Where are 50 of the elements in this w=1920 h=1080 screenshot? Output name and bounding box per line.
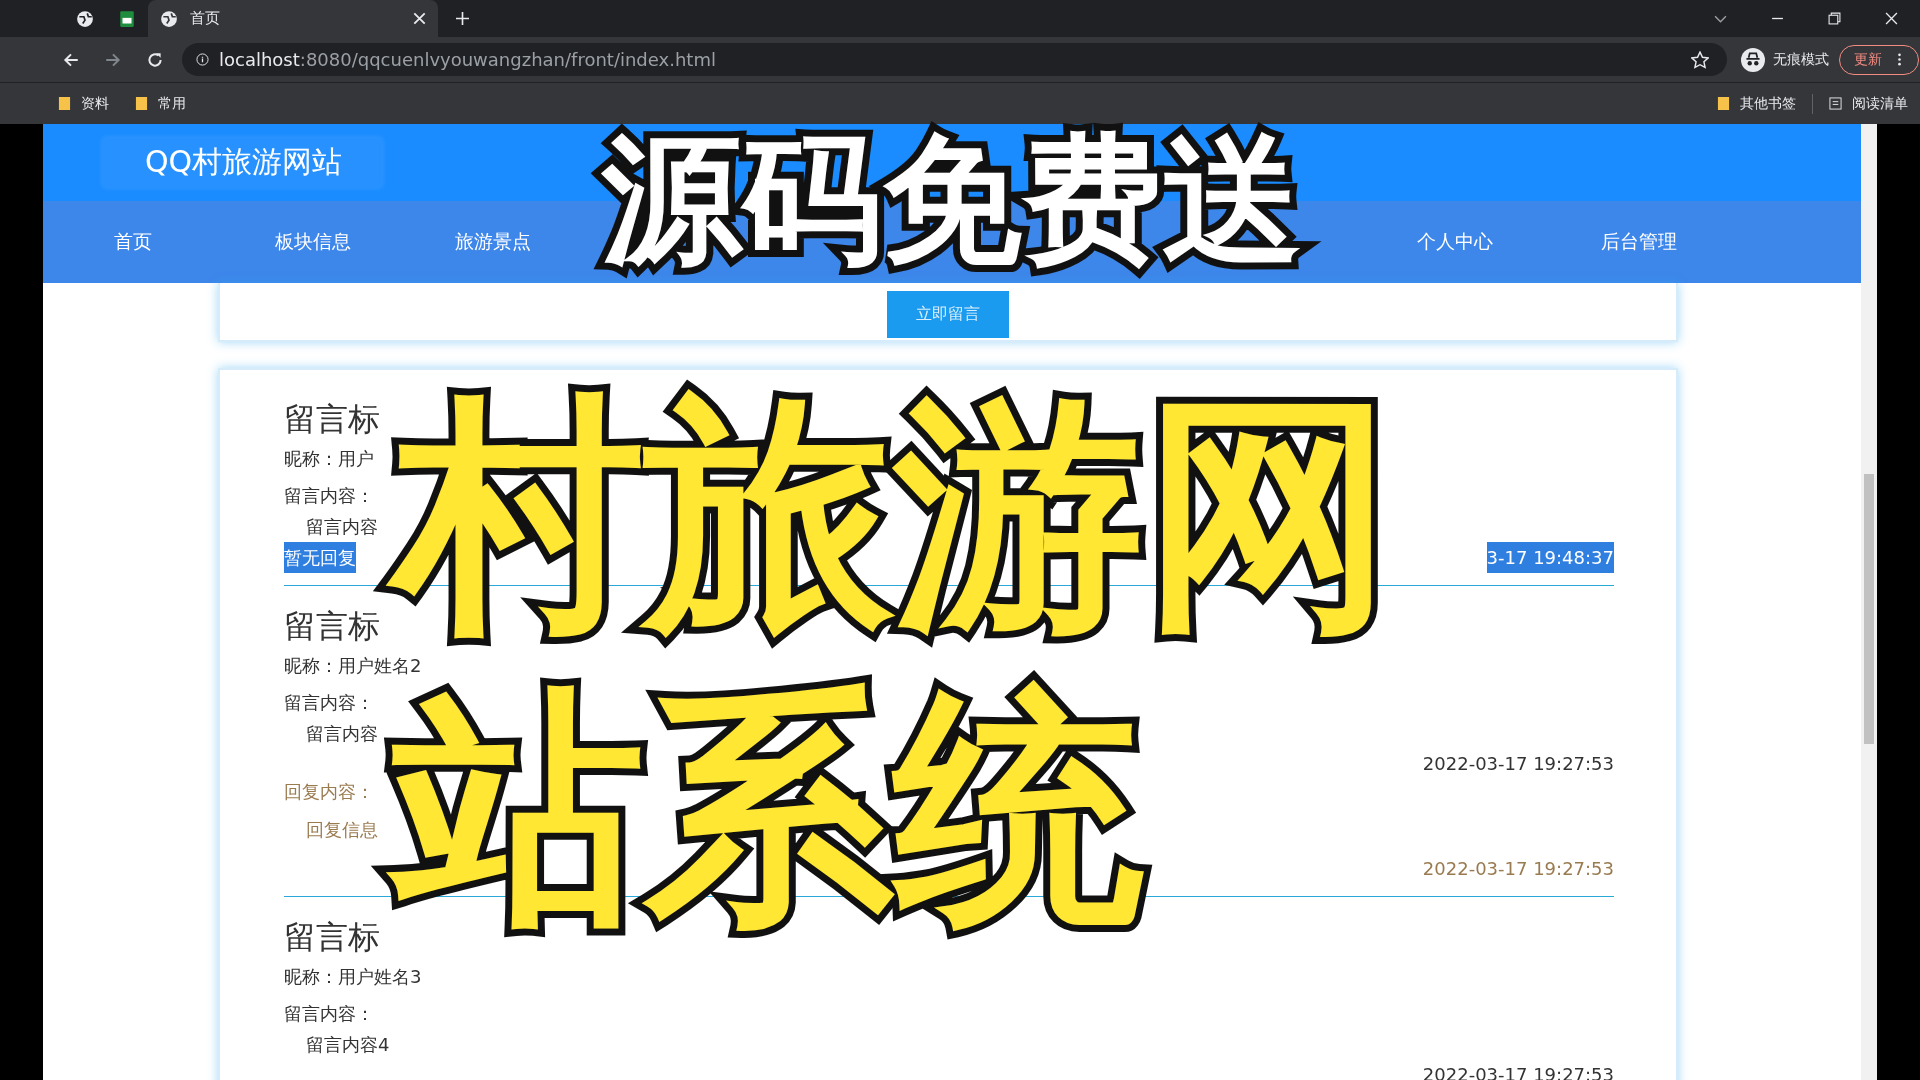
message-content: 留言内容4 [305, 1033, 391, 1057]
reply-time: 2022-03-17 19:27:53 [1422, 857, 1614, 881]
bookmark-folder[interactable]: 资料 [58, 94, 109, 113]
spreadsheet-icon[interactable] [118, 9, 136, 28]
incognito-icon [1741, 47, 1765, 72]
close-icon[interactable] [1885, 12, 1898, 25]
nav-link[interactable]: 后台管理 [1547, 201, 1731, 283]
bookmark-folder[interactable]: 其他书签 [1717, 94, 1796, 113]
scrollbar-thumb[interactable] [1864, 474, 1874, 744]
content-label: 留言内容： [284, 484, 375, 508]
message-time: 3-17 19:48:37 [1486, 542, 1614, 573]
tab-title: 首页 [190, 9, 221, 28]
folder-icon [135, 97, 148, 110]
info-icon [196, 53, 209, 66]
nickname-text: 昵称：用户姓名2 [284, 654, 423, 678]
reply-label: 回复内容： [284, 780, 375, 804]
star-icon[interactable] [1691, 50, 1709, 69]
no-reply-text: 暂无回复 [284, 542, 356, 573]
reading-list-button[interactable]: 阅读清单 [1829, 94, 1908, 113]
reply-content: 回复信息 [305, 818, 379, 842]
message-title: 留言标 [284, 606, 381, 647]
message-content: 留言内容 [305, 515, 379, 539]
menu-icon[interactable] [1897, 53, 1902, 66]
nickname-text: 昵称：用户姓名3 [284, 965, 423, 989]
reload-icon[interactable] [146, 50, 164, 69]
globe-icon [160, 9, 178, 28]
site-title[interactable]: QQ村旅游网站 [103, 138, 383, 187]
message-title: 留言标 [284, 917, 381, 958]
content-label: 留言内容： [284, 691, 375, 715]
new-tab-icon[interactable] [456, 12, 469, 25]
nav-link[interactable]: 旅游景点 [403, 201, 583, 283]
message-content: 留言内容 [305, 722, 379, 746]
nav-link[interactable]: 个人中心 [1363, 201, 1547, 283]
bookmark-folder[interactable]: 常用 [135, 94, 186, 113]
url-text: localhost:8080/qqcuenlvyouwangzhan/front/index.html [219, 49, 716, 70]
content-label: 留言内容： [284, 1002, 375, 1026]
incognito-button[interactable]: 无痕模式 [1741, 47, 1829, 72]
browser-tab[interactable]: 首页 [148, 0, 438, 37]
message-title: 留言标 [284, 399, 381, 440]
nav-link[interactable]: 板块信息 [223, 201, 403, 283]
address-bar[interactable]: localhost:8080/qqcuenlvyouwangzhan/front/index.html [182, 43, 1727, 76]
close-icon[interactable] [413, 12, 426, 25]
folder-icon [58, 97, 71, 110]
nav-link[interactable]: 首页 [43, 201, 223, 283]
folder-icon [1717, 97, 1730, 110]
restore-icon[interactable] [1828, 12, 1841, 25]
message-time: 2022-03-17 19:27:53 [1422, 752, 1614, 776]
list-icon [1829, 97, 1842, 110]
nickname-text: 昵称：用户 [284, 447, 375, 471]
globe-icon[interactable] [76, 9, 94, 28]
